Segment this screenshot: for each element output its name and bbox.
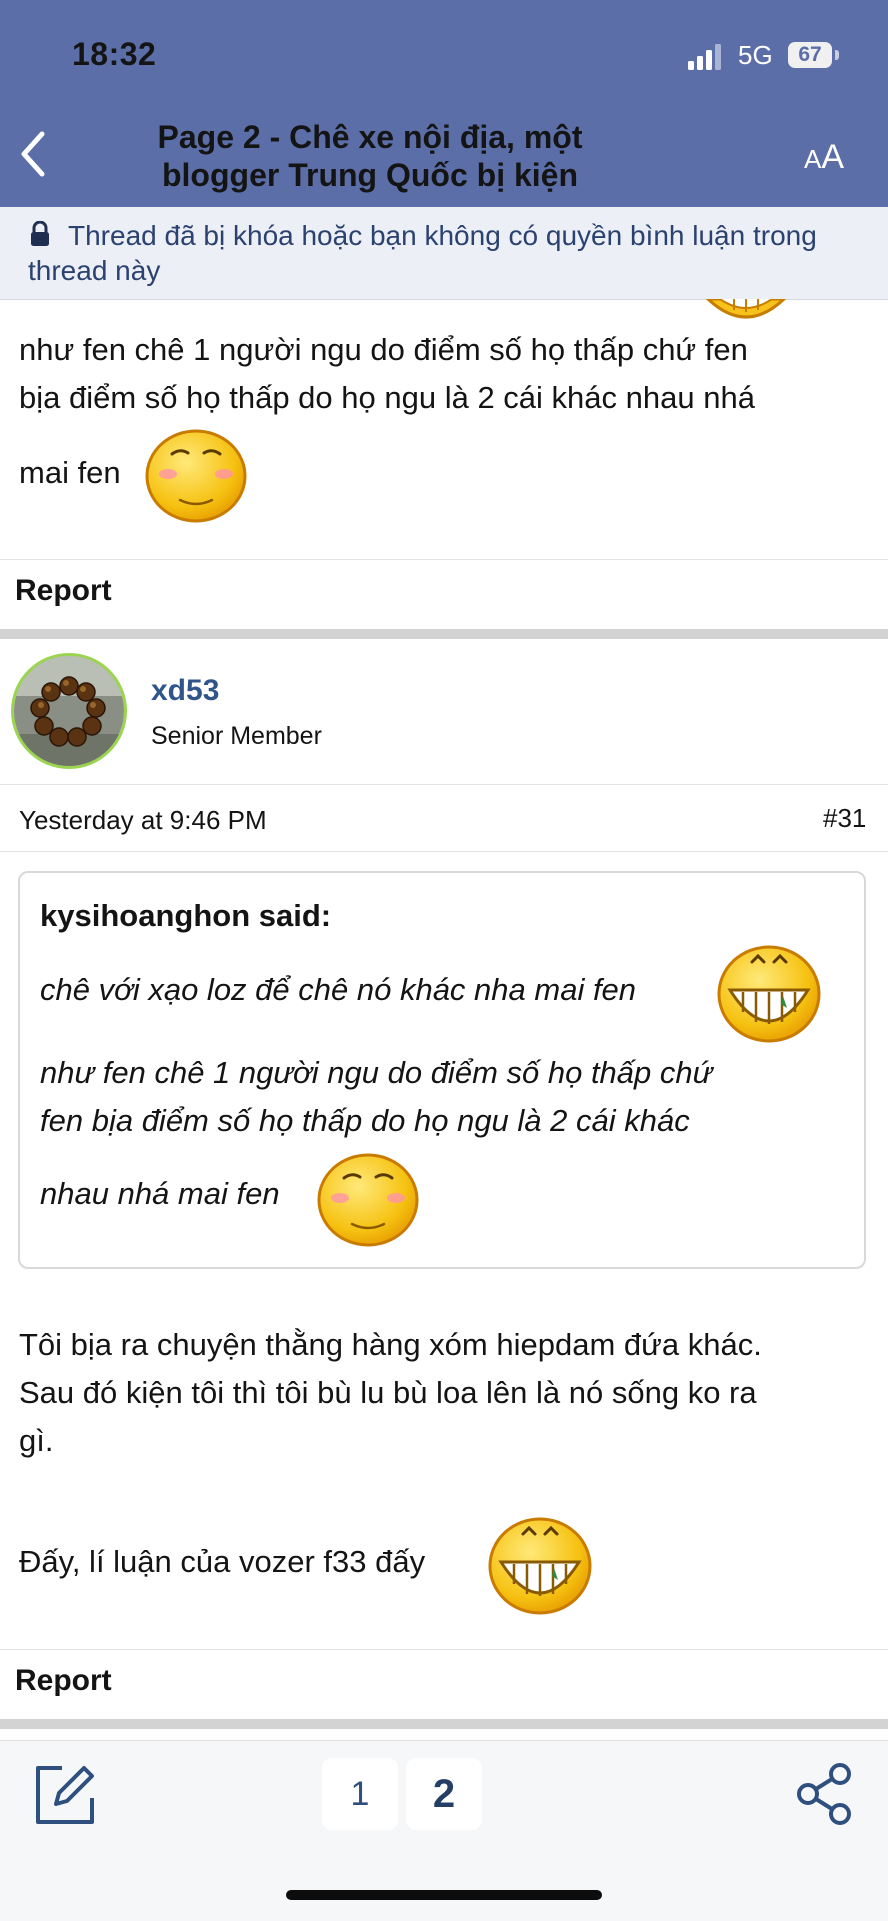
blush-emoji bbox=[317, 1153, 419, 1247]
home-indicator[interactable] bbox=[286, 1890, 602, 1900]
font-size-button[interactable]: AA bbox=[804, 138, 844, 177]
post-separator bbox=[0, 629, 888, 639]
prev-post-line-1: như fen chê 1 người ngu do điểm số họ th… bbox=[19, 332, 748, 367]
divider bbox=[0, 784, 888, 785]
post-body-line-3: gì. bbox=[19, 1423, 54, 1458]
quote-line-1: chê với xạo loz để chê nó khác nha mai f… bbox=[40, 972, 637, 1007]
battery-icon: 67 bbox=[788, 42, 832, 68]
divider bbox=[0, 1649, 888, 1650]
prev-post-line-3: mai fen bbox=[19, 455, 121, 490]
quote-line-3: fen bịa điểm số họ thấp do họ ngu là 2 c… bbox=[40, 1103, 690, 1138]
quote-line-4: nhau nhá mai fen bbox=[40, 1176, 280, 1211]
page-2-button[interactable]: 2 bbox=[406, 1758, 482, 1830]
quote-author[interactable]: kysihoanghon said: bbox=[40, 898, 331, 934]
user-title: Senior Member bbox=[151, 722, 322, 750]
post-number[interactable]: #31 bbox=[823, 803, 866, 834]
report-link[interactable]: Report bbox=[15, 1664, 112, 1698]
share-icon[interactable] bbox=[794, 1762, 856, 1826]
bracelet-avatar-image bbox=[14, 656, 124, 766]
divider bbox=[0, 559, 888, 560]
prev-post-line-2: bịa điểm số họ thấp do họ ngu là 2 cái k… bbox=[19, 380, 755, 415]
page-1-button[interactable]: 1 bbox=[322, 1758, 398, 1830]
username-link[interactable]: xd53 bbox=[151, 674, 219, 708]
signal-icon bbox=[688, 44, 721, 70]
network-type: 5G bbox=[738, 40, 773, 70]
status-time: 18:32 bbox=[72, 36, 157, 72]
post-body-line-1: Tôi bịa ra chuyện thằng hàng xóm hiepdam… bbox=[19, 1327, 762, 1362]
back-arrow-icon[interactable] bbox=[14, 126, 54, 182]
font-size-small-a: A bbox=[804, 144, 822, 174]
grin-emoji bbox=[488, 1517, 592, 1615]
font-size-large-a: A bbox=[821, 138, 845, 176]
post-body-line-4: Đấy, lí luận của vozer f33 đấy bbox=[19, 1544, 426, 1579]
post-separator bbox=[0, 1719, 888, 1729]
post-date[interactable]: Yesterday at 9:46 PM bbox=[19, 805, 267, 836]
compose-icon[interactable] bbox=[32, 1762, 98, 1828]
notice-text: Thread đã bị khóa hoặc bạn không có quyề… bbox=[28, 220, 817, 286]
grin-emoji-partial bbox=[705, 299, 787, 319]
battery-tip bbox=[835, 50, 839, 60]
avatar[interactable] bbox=[14, 656, 124, 766]
blush-emoji bbox=[145, 429, 247, 523]
page-title: Page 2 - Chê xe nội địa, một blogger Tru… bbox=[157, 119, 583, 193]
report-link[interactable]: Report bbox=[15, 574, 112, 608]
post-body-line-2: Sau đó kiện tôi thì tôi bù lu bù loa lên… bbox=[19, 1375, 757, 1410]
quote-line-2: như fen chê 1 người ngu do điểm số họ th… bbox=[40, 1055, 713, 1090]
divider bbox=[0, 851, 888, 852]
grin-emoji bbox=[717, 945, 821, 1043]
